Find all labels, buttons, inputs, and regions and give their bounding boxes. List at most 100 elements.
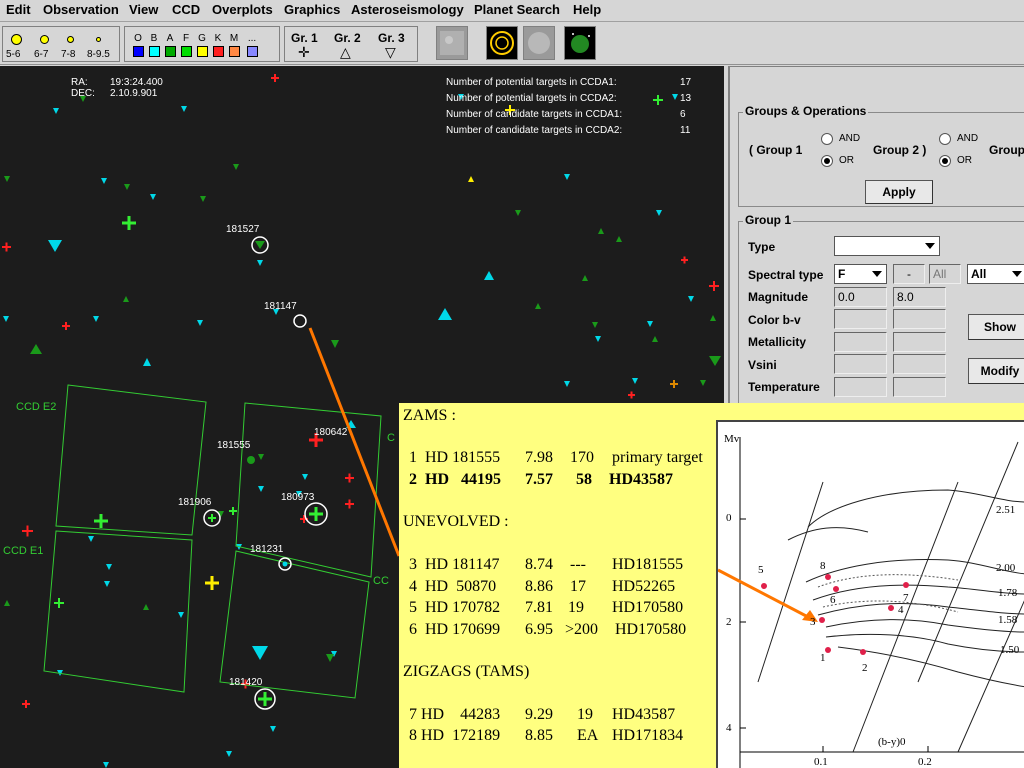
chevron-down-icon: [1012, 271, 1022, 277]
vsini-value: 19: [568, 599, 584, 616]
vsini-value: 58: [576, 471, 592, 488]
spectral-g-swatch[interactable]: [197, 46, 208, 57]
color-min-field[interactable]: [834, 309, 887, 329]
menu-help[interactable]: Help: [573, 2, 601, 17]
vsini-max-field[interactable]: [893, 354, 946, 374]
image-icon: [440, 31, 464, 55]
temperature-min-field[interactable]: [834, 377, 887, 397]
groups-operations-title: Groups & Operations: [743, 104, 869, 118]
reference: HD170580: [612, 599, 684, 616]
spectral-letter: M: [229, 33, 239, 44]
magnitude-6-7-marker: [40, 35, 49, 44]
magnitude-value: 7.98: [525, 449, 553, 466]
magnitude-label: 8-9.5: [87, 49, 110, 60]
target-button[interactable]: [486, 26, 518, 60]
metallicity-max-field[interactable]: [893, 332, 946, 352]
menu-planet-search[interactable]: Planet Search: [474, 2, 560, 17]
star-id-label: 180642: [314, 427, 348, 438]
spectral-other-swatch[interactable]: [247, 46, 258, 57]
type-dropdown[interactable]: [834, 236, 940, 256]
group1-title: Group 1: [743, 213, 794, 227]
menu-edit[interactable]: Edit: [6, 2, 31, 17]
control-panel: Groups & Operations ( Group 1 AND OR Gro…: [728, 66, 1024, 411]
ccd-e1-label: CCD E1: [3, 545, 44, 557]
stat-value: 6: [680, 109, 686, 120]
spectral-f-swatch[interactable]: [181, 46, 192, 57]
hr-diagram-plot: [717, 437, 1024, 768]
point-label: 3: [810, 616, 816, 628]
menu-asteroseismology[interactable]: Asteroseismology: [351, 2, 464, 17]
menu-view[interactable]: View: [129, 2, 158, 17]
hd-name: HD 181555: [425, 449, 501, 466]
vsini-value: 17: [570, 578, 586, 595]
point-label: 2: [862, 662, 868, 674]
ra-value: 19:3:24.400: [110, 77, 163, 88]
reference: HD171834: [612, 727, 684, 744]
spectral-k-swatch[interactable]: [213, 46, 224, 57]
vsini-label: Vsini: [748, 358, 777, 372]
and-label: AND: [839, 133, 861, 144]
color-max-field[interactable]: [893, 309, 946, 329]
starfield-button[interactable]: [564, 26, 596, 60]
stat-label: Number of potential targets in CCDA2:: [446, 93, 617, 104]
spectral-m-swatch[interactable]: [229, 46, 240, 57]
magnitude-value: 6.95: [525, 621, 553, 638]
apply-button[interactable]: Apply: [865, 180, 933, 204]
magnitude-value: 8.85: [525, 727, 553, 744]
spectral-o-swatch[interactable]: [133, 46, 144, 57]
magnitude-8-9-5-marker: [96, 37, 101, 42]
magnitude-max-field[interactable]: 8.0: [893, 287, 946, 307]
hr-diagram: Mv 0 2 4 (b-y)0 0.1 0.2 2.51 2.00 1.78 1…: [716, 420, 1024, 768]
show-button[interactable]: Show: [968, 314, 1024, 340]
chevron-down-icon: [925, 243, 935, 249]
spectral-a-swatch[interactable]: [165, 46, 176, 57]
metallicity-min-field[interactable]: [834, 332, 887, 352]
menu-ccd[interactable]: CCD: [172, 2, 200, 17]
spectral-class-dropdown[interactable]: All: [967, 264, 1024, 284]
field-button[interactable]: [523, 26, 555, 60]
vsini-min-field[interactable]: [834, 354, 887, 374]
menu-graphics[interactable]: Graphics: [284, 2, 340, 17]
spectral-b-swatch[interactable]: [149, 46, 160, 57]
hd-name: HD 170782: [425, 599, 501, 616]
or-label: OR: [839, 155, 854, 166]
zams-heading: ZAMS :: [403, 407, 456, 424]
op1-or-radio[interactable]: [821, 155, 833, 167]
hd-name: HD 170699: [425, 621, 501, 638]
vsini-value: ---: [570, 556, 586, 573]
hd-name: HD 172189: [421, 727, 501, 744]
spectral-from-dropdown[interactable]: F: [834, 264, 887, 284]
op2-or-radio[interactable]: [939, 155, 951, 167]
temperature-max-field[interactable]: [893, 377, 946, 397]
star-id-label: 181147: [264, 301, 297, 312]
magnitude-label: 7-8: [61, 49, 76, 60]
reference: HD170580: [615, 621, 687, 638]
menu-observation[interactable]: Observation: [43, 2, 119, 17]
reference: HD181555: [612, 556, 684, 573]
magnitude-min-field[interactable]: 0.0: [834, 287, 887, 307]
magnitude-value: 8.86: [525, 578, 553, 595]
group1-panel: Group 1 Type Spectral type F - All All M…: [738, 213, 1024, 411]
chevron-down-icon: [872, 271, 882, 277]
point-label: 8: [820, 560, 826, 572]
stat-label: Number of candidate targets in CCDA2:: [446, 125, 623, 136]
metallicity-label: Metallicity: [748, 335, 807, 349]
dec-label: DEC:: [71, 88, 95, 99]
menu-overplots[interactable]: Overplots: [212, 2, 273, 17]
magnitude-7-8-marker: [67, 36, 74, 43]
row-number: 8: [409, 727, 417, 744]
spectral-to-field: All: [929, 264, 961, 284]
point-label: 6: [830, 594, 836, 606]
magnitude-value: 7.81: [525, 599, 553, 616]
ccd-label: C: [387, 432, 395, 444]
y-tick-label: 4: [726, 722, 732, 734]
image-button[interactable]: [436, 26, 468, 60]
dec-value: 2.10.9.901: [110, 88, 158, 99]
vsini-value: EA: [577, 727, 599, 744]
modify-button[interactable]: Modify: [968, 358, 1024, 384]
point-label: 7: [903, 592, 909, 604]
group-symbol-legend: Gr. 1 Gr. 2 Gr. 3 ✛ △ ▽: [284, 26, 418, 62]
op2-and-radio[interactable]: [939, 133, 951, 145]
field-icon: [528, 32, 550, 54]
op1-and-radio[interactable]: [821, 133, 833, 145]
